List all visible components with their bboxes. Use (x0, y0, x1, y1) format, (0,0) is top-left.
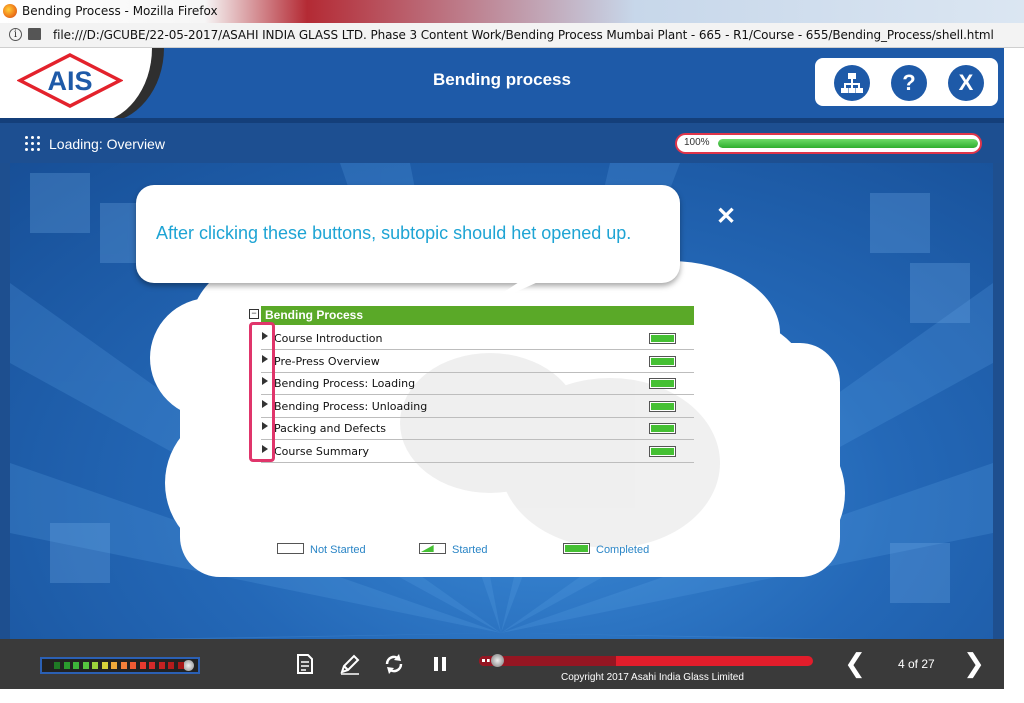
document-icon (297, 654, 313, 674)
completed-status-icon (649, 378, 676, 389)
volume-segment (101, 662, 108, 669)
progress-percent: 100% (684, 137, 710, 148)
volume-segment (168, 662, 174, 669)
exit-button[interactable]: X (948, 65, 984, 101)
window-title: Bending Process - Mozilla Firefox (22, 4, 218, 18)
completed-status-icon (649, 423, 676, 434)
info-icon[interactable]: i (9, 28, 22, 41)
logo-text: AIS (47, 66, 92, 96)
instruction-callout: After clicking these buttons, subtopic s… (136, 185, 680, 283)
volume-slider[interactable] (40, 657, 200, 674)
completed-status-icon (649, 401, 676, 412)
transcript-button[interactable] (293, 652, 317, 676)
copyright-text: Copyright 2017 Asahi India Glass Limited (561, 672, 744, 683)
volume-segment (158, 662, 165, 669)
menu-item-packing-defects[interactable]: Packing and Defects (261, 417, 694, 440)
menu-item-label: Course Summary (274, 445, 370, 458)
sitemap-icon (841, 73, 863, 93)
refresh-icon (385, 654, 403, 674)
menu-item-bending-loading[interactable]: Bending Process: Loading (261, 372, 694, 395)
menu-title: Bending Process (265, 308, 364, 322)
next-page-button[interactable]: ❯ (962, 651, 986, 677)
course-progress: 100% (675, 133, 982, 154)
volume-segment (63, 662, 70, 669)
address-bar[interactable]: i file:///D:/GCUBE/22-05-2017/ASAHI INDI… (0, 23, 1024, 48)
browser-title-bar: Bending Process - Mozilla Firefox (0, 0, 1024, 23)
volume-segment (130, 662, 136, 669)
sitemap-button[interactable] (834, 65, 870, 101)
page-indicator: 4 of 27 (898, 657, 935, 671)
pause-button[interactable] (428, 652, 452, 676)
completed-status-icon (649, 446, 676, 457)
pause-icon (434, 657, 446, 671)
expand-buttons-highlight (249, 322, 275, 462)
help-button[interactable]: ? (891, 65, 927, 101)
volume-segment (149, 662, 155, 669)
seek-bar[interactable] (479, 654, 813, 667)
callout-text: After clicking these buttons, subtopic s… (156, 223, 632, 243)
completed-status-icon (649, 333, 676, 344)
menu-item-label: Packing and Defects (274, 422, 386, 435)
collapse-toggle[interactable]: − (249, 309, 259, 319)
firefox-icon (3, 4, 17, 18)
previous-page-button[interactable]: ❮ (843, 651, 867, 677)
volume-segment (111, 662, 117, 669)
volume-segment (82, 662, 89, 669)
menu-item-bending-unloading[interactable]: Bending Process: Unloading (261, 395, 694, 418)
volume-segment (120, 662, 127, 669)
menu-item-label: Pre-Press Overview (274, 355, 380, 368)
volume-knob[interactable] (183, 660, 194, 671)
grid-menu-icon[interactable] (25, 136, 40, 151)
completed-status-icon (649, 356, 676, 367)
replay-button[interactable] (382, 652, 406, 676)
progress-fill (718, 139, 978, 148)
menu-item-course-introduction[interactable]: Course Introduction (261, 327, 694, 350)
menu-item-label: Bending Process: Loading (274, 377, 416, 390)
seek-knob[interactable] (491, 654, 504, 667)
pencil-icon (340, 654, 360, 675)
page-icon (28, 28, 41, 40)
url-text[interactable]: file:///D:/GCUBE/22-05-2017/ASAHI INDIA … (53, 28, 994, 42)
started-icon (419, 543, 446, 554)
menu-header: Bending Process (261, 306, 694, 325)
menu-item-label: Course Introduction (274, 332, 383, 345)
ais-logo: AIS (17, 53, 123, 108)
close-callout-button[interactable]: ✕ (716, 202, 736, 231)
volume-segment (73, 662, 79, 669)
completed-icon (563, 543, 590, 554)
not-started-icon (277, 543, 304, 554)
volume-segment (54, 662, 60, 669)
current-location: Loading: Overview (49, 136, 165, 152)
progress-track (718, 139, 978, 148)
notes-button[interactable] (338, 652, 362, 676)
menu-item-course-summary[interactable]: Course Summary (261, 440, 694, 463)
menu-item-label: Bending Process: Unloading (274, 400, 428, 413)
volume-segment (92, 662, 98, 669)
menu-item-pre-press-overview[interactable]: Pre-Press Overview (261, 350, 694, 373)
volume-segment (139, 662, 146, 669)
volume-segment (177, 662, 184, 669)
